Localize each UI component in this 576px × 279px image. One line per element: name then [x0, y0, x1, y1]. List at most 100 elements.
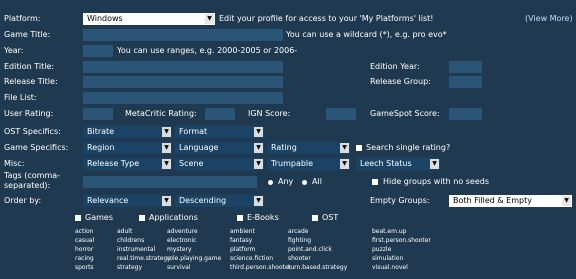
hide-no-seeds-label: Hide groups with no seeds: [383, 177, 490, 186]
platform-note: Edit your profile for access to your 'My…: [219, 14, 434, 23]
release-title-label: Release Title:: [4, 77, 58, 86]
rating-value: Rating: [271, 143, 297, 152]
tag-link[interactable]: sports: [75, 264, 94, 272]
tag-link[interactable]: action: [75, 228, 93, 236]
hide-no-seeds-checkbox[interactable]: [372, 179, 378, 185]
file-list-input[interactable]: [83, 92, 283, 104]
tag-link[interactable]: visual.novel: [372, 264, 408, 272]
format-value: Format: [179, 127, 208, 136]
edition-year-input[interactable]: [449, 61, 482, 73]
tag-link[interactable]: turn.based.strategy: [288, 264, 347, 272]
tag-link[interactable]: beat.em.up: [372, 228, 407, 236]
tag-link[interactable]: mystery: [167, 246, 192, 254]
all-radio[interactable]: [302, 180, 307, 185]
game-title-note: You can use a wildcard (*), e.g. pro evo…: [286, 30, 447, 39]
game-specifics-label: Game Specifics:: [4, 143, 69, 152]
tag-link[interactable]: racing: [75, 255, 94, 263]
category-label-games: Games: [85, 213, 113, 222]
leech-status-value: Leech Status: [360, 159, 412, 168]
leech-status-select[interactable]: Leech Status ▼: [356, 158, 440, 170]
category-checkbox-games[interactable]: [75, 215, 81, 221]
tag-link[interactable]: ambient: [230, 228, 255, 236]
tag-link[interactable]: third.person.shooter: [230, 264, 291, 272]
order-field-value: Relevance: [87, 196, 129, 205]
tag-link[interactable]: role.playing.game: [167, 255, 221, 263]
misc-label: Misc:: [4, 159, 25, 168]
tag-link[interactable]: adult: [117, 228, 132, 236]
game-title-input[interactable]: [83, 29, 283, 41]
edition-title-label: Edition Title:: [4, 62, 55, 71]
chevron-down-icon: ▼: [162, 159, 171, 169]
chevron-down-icon: ▼: [430, 159, 439, 169]
metacritic-input[interactable]: [205, 108, 235, 120]
tag-link[interactable]: platform: [230, 246, 256, 254]
platform-value: Windows: [87, 14, 123, 23]
view-more-link[interactable]: (View More): [525, 13, 573, 25]
user-rating-label: User Rating:: [4, 109, 54, 118]
release-title-input[interactable]: [83, 76, 283, 88]
gamespot-input[interactable]: [449, 108, 482, 120]
category-checkbox-applications[interactable]: [139, 215, 145, 221]
chevron-down-icon: ▼: [254, 127, 263, 137]
empty-groups-label: Empty Groups:: [370, 196, 430, 205]
tag-link[interactable]: fighting: [288, 237, 311, 245]
tag-link[interactable]: first.person.shooter: [372, 237, 431, 245]
tag-link[interactable]: real.time.strategy: [117, 255, 171, 263]
chevron-down-icon: ▼: [340, 143, 349, 153]
tags-label-line1: Tags (comma-: [4, 171, 61, 180]
any-radio[interactable]: [268, 180, 273, 185]
chevron-down-icon: ▼: [254, 159, 263, 169]
scene-select[interactable]: Scene ▼: [175, 158, 264, 170]
platform-select[interactable]: Windows ▼: [83, 13, 215, 25]
tag-link[interactable]: science.fiction: [230, 255, 273, 263]
tag-link[interactable]: childrens: [117, 237, 144, 245]
chevron-down-icon: ▼: [340, 159, 349, 169]
user-rating-input[interactable]: [83, 108, 113, 120]
format-select[interactable]: Format ▼: [175, 126, 264, 138]
tag-link[interactable]: arcade: [288, 228, 309, 236]
order-direction-select[interactable]: Descending ▼: [175, 195, 264, 207]
all-label: All: [312, 177, 322, 186]
region-select[interactable]: Region ▼: [83, 142, 172, 154]
tag-link[interactable]: adventure: [167, 228, 198, 236]
release-group-input[interactable]: [449, 76, 482, 88]
order-field-select[interactable]: Relevance ▼: [83, 195, 172, 207]
tag-link[interactable]: shooter: [288, 255, 311, 263]
any-label: Any: [278, 177, 294, 186]
category-checkbox-ebooks[interactable]: [237, 215, 243, 221]
gamespot-label: GameSpot Score:: [370, 109, 440, 118]
chevron-down-icon: ▼: [562, 196, 571, 206]
language-select[interactable]: Language ▼: [175, 142, 264, 154]
tag-link[interactable]: survival: [167, 264, 191, 272]
chevron-down-icon: ▼: [162, 143, 171, 153]
release-type-select[interactable]: Release Type ▼: [83, 158, 172, 170]
rating-select[interactable]: Rating ▼: [267, 142, 350, 154]
tag-link[interactable]: puzzle: [372, 246, 391, 254]
category-label-ost: OST: [322, 213, 339, 222]
tag-link[interactable]: strategy: [117, 264, 142, 272]
trumpable-select[interactable]: Trumpable ▼: [267, 158, 350, 170]
tag-link[interactable]: simulation: [372, 255, 403, 263]
tag-link[interactable]: point.and.click: [288, 246, 332, 254]
region-value: Region: [87, 143, 115, 152]
edition-title-input[interactable]: [83, 61, 283, 73]
category-label-ebooks: E-Books: [247, 213, 279, 222]
category-checkbox-ost[interactable]: [312, 215, 318, 221]
tag-link[interactable]: electronic: [167, 237, 196, 245]
empty-groups-select[interactable]: Both Filled & Empty ▼: [449, 195, 572, 207]
chevron-down-icon: ▼: [205, 14, 214, 24]
tag-link[interactable]: instrumental: [117, 246, 155, 254]
tags-input[interactable]: [83, 176, 257, 188]
tag-link[interactable]: casual: [75, 237, 94, 245]
language-value: Language: [179, 143, 219, 152]
year-input[interactable]: [83, 45, 113, 57]
tag-link[interactable]: horror: [75, 246, 93, 254]
tag-link[interactable]: fantasy: [230, 237, 252, 245]
empty-groups-value: Both Filled & Empty: [453, 196, 532, 205]
platform-label: Platform:: [4, 14, 41, 23]
order-direction-value: Descending: [179, 196, 227, 205]
metacritic-label: MetaCritic Rating:: [125, 109, 197, 118]
single-rating-checkbox[interactable]: [356, 145, 362, 151]
ign-input[interactable]: [326, 108, 356, 120]
bitrate-select[interactable]: Bitrate ▼: [83, 126, 172, 138]
